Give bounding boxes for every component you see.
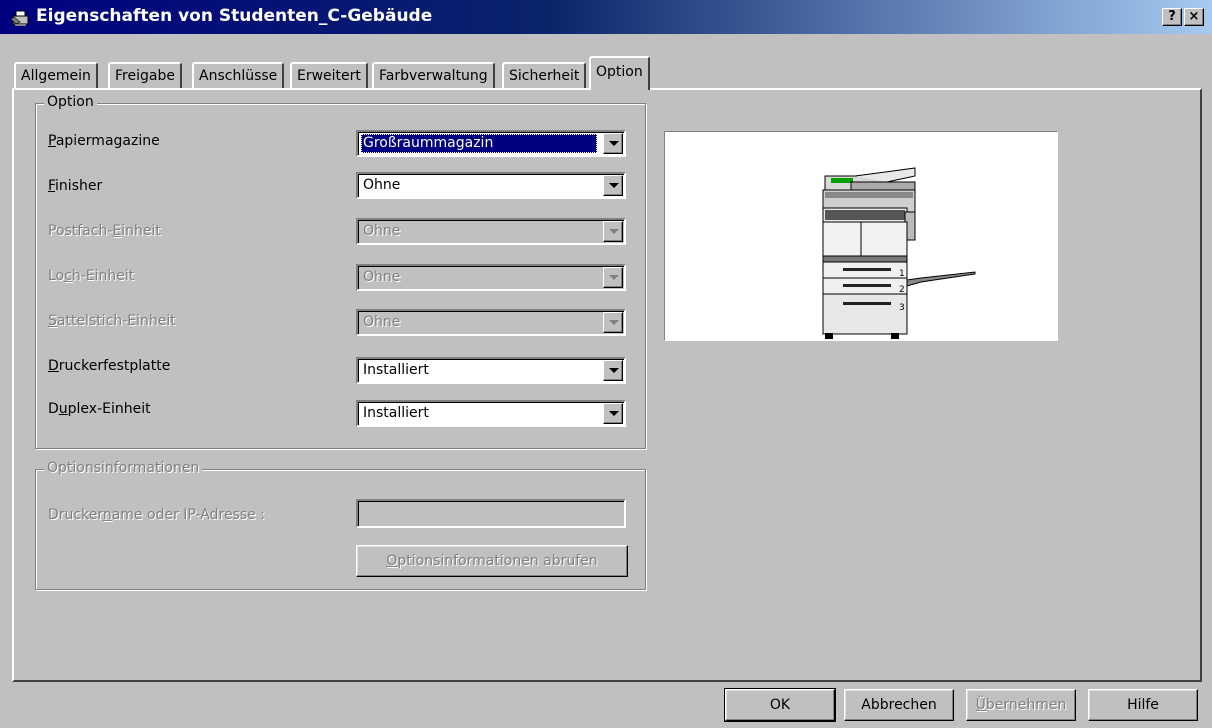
label-papiermagazine: Papiermagazine bbox=[48, 133, 160, 149]
loch-einheit-select: Ohne bbox=[356, 264, 626, 291]
option-group-legend: Option bbox=[44, 94, 97, 110]
papiermagazine-select[interactable]: Großraummagazin bbox=[356, 130, 626, 157]
druckerfestplatte-select[interactable]: Installiert bbox=[356, 357, 626, 384]
tab-farbverwaltung[interactable]: Farbverwaltung bbox=[372, 62, 495, 90]
label-sattelstich-einheit: Sattelstich-Einheit bbox=[48, 313, 176, 329]
duplex-einheit-select[interactable]: Installiert bbox=[356, 400, 626, 427]
optionsinformationen-legend: Optionsinformationen bbox=[44, 460, 203, 476]
tab-anschluesse[interactable]: Anschlüsse bbox=[192, 62, 285, 90]
chevron-down-icon bbox=[603, 312, 623, 333]
close-title-button[interactable]: × bbox=[1184, 8, 1204, 26]
postfach-einheit-value: Ohne bbox=[363, 223, 401, 239]
printer-icon bbox=[10, 10, 29, 26]
chevron-down-icon[interactable] bbox=[603, 175, 623, 196]
tab-freigabe[interactable]: Freigabe bbox=[108, 62, 182, 90]
finisher-select[interactable]: Ohne bbox=[356, 172, 626, 199]
tray-3-number: 3 bbox=[899, 303, 905, 313]
help-title-button[interactable]: ? bbox=[1162, 8, 1182, 26]
chevron-down-icon[interactable] bbox=[603, 360, 623, 381]
uebernehmen-button: Übernehmen bbox=[966, 689, 1076, 721]
druckername-input bbox=[356, 499, 626, 528]
tab-allgemein[interactable]: Allgemein bbox=[14, 62, 98, 90]
label-druckerfestplatte: Druckerfestplatte bbox=[48, 358, 171, 374]
printer-copier-icon: 1 2 3 bbox=[822, 167, 976, 339]
chevron-down-icon[interactable] bbox=[603, 403, 623, 424]
druckerfestplatte-value: Installiert bbox=[363, 362, 429, 378]
sattelstich-einheit-value: Ohne bbox=[363, 314, 401, 330]
label-druckername: Druckername oder IP-Adresse : bbox=[48, 507, 265, 523]
optionsinformationen-abrufen-button: Optionsinformationen abrufen bbox=[356, 545, 628, 577]
label-loch-einheit: Loch-Einheit bbox=[48, 268, 135, 284]
loch-einheit-value: Ohne bbox=[363, 269, 401, 285]
label-duplex-einheit: Duplex-Einheit bbox=[48, 401, 151, 417]
tab-option[interactable]: Option bbox=[589, 56, 650, 90]
chevron-down-icon[interactable] bbox=[603, 133, 623, 154]
chevron-down-icon bbox=[603, 221, 623, 242]
chevron-down-icon bbox=[603, 267, 623, 288]
duplex-einheit-value: Installiert bbox=[363, 405, 429, 421]
papiermagazine-value: Großraummagazin bbox=[361, 134, 597, 153]
label-finisher: Finisher bbox=[48, 178, 103, 194]
finisher-value: Ohne bbox=[363, 177, 401, 193]
postfach-einheit-select: Ohne bbox=[356, 218, 626, 245]
ok-button[interactable]: OK bbox=[724, 688, 836, 722]
label-postfach-einheit: Postfach-Einheit bbox=[48, 223, 161, 239]
tab-sicherheit[interactable]: Sicherheit bbox=[502, 62, 587, 90]
printer-preview: 1 2 3 bbox=[664, 131, 1058, 341]
sattelstich-einheit-select: Ohne bbox=[356, 309, 626, 336]
window-title: Eigenschaften von Studenten_C-Gebäude bbox=[36, 6, 433, 26]
tab-erweitert[interactable]: Erweitert bbox=[290, 62, 368, 90]
abbrechen-button[interactable]: Abbrechen bbox=[844, 689, 954, 721]
hilfe-button[interactable]: Hilfe bbox=[1088, 689, 1198, 721]
title-bar[interactable]: Eigenschaften von Studenten_C-Gebäude ? … bbox=[0, 0, 1212, 34]
